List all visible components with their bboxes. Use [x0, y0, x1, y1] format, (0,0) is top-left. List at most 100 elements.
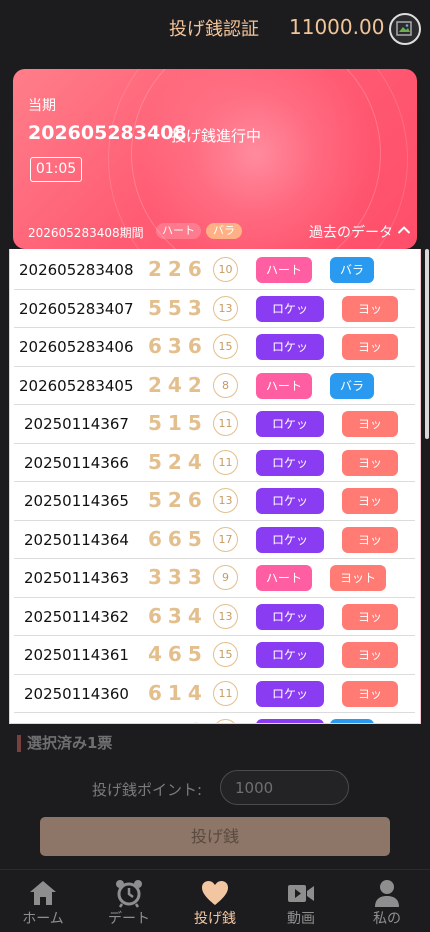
result-tag-primary: ハート [256, 565, 312, 591]
result-tag-secondary: バラ [330, 257, 374, 283]
nav-item-mine[interactable]: 私の [344, 870, 430, 932]
result-sum-badge: 11 [213, 411, 238, 436]
period-id: 20250114365 [24, 492, 129, 510]
result-digits: 614 [148, 680, 208, 705]
period-id: 20250114366 [24, 453, 129, 472]
result-tag-primary: ハート [256, 257, 312, 283]
scrollbar[interactable] [425, 249, 429, 439]
avatar[interactable] [389, 13, 421, 45]
period-id: 20250114361 [24, 646, 129, 664]
period-id: 20250114362 [24, 607, 129, 626]
result-sum-badge: 8 [213, 372, 238, 398]
period-id: 20250114364 [24, 530, 129, 549]
result-digits: 333 [148, 565, 208, 589]
result-tag-primary: ロケッ [256, 680, 324, 707]
history-list[interactable]: 202605283408 226 10 ハート バラ 202605283407 553 13 ロ… [9, 249, 421, 724]
nav-label: ホーム [22, 911, 64, 927]
result-tag-secondary: ヨッ [342, 526, 398, 553]
result-digits: 465 [148, 642, 208, 666]
nav-label: 動画 [287, 911, 315, 927]
result-digits: 526 [148, 488, 208, 512]
result-tag-primary: ロケッ [256, 449, 324, 476]
period-id: 20250114363 [24, 569, 129, 587]
history-row: 20250114363 333 9 ハート ヨット [14, 559, 415, 598]
history-row: 20250114366 524 11 ロケッ ヨッ [14, 444, 415, 482]
result-digits: 242 [148, 372, 208, 397]
result-tag-primary: ロケッ [256, 411, 324, 437]
period-id: 202605283406 [19, 338, 134, 356]
points-input[interactable] [220, 770, 349, 805]
result-digits: 524 [148, 449, 208, 474]
video-camera-icon [288, 885, 314, 902]
result-digits: 634 [148, 603, 208, 628]
history-row: 202605283408 226 10 ハート バラ [14, 251, 415, 290]
result-digits: 665 [148, 526, 208, 551]
history-row: 2025011435955616ロケッヨッ [14, 713, 415, 723]
nav-item-tip[interactable]: 投げ銭 [172, 870, 258, 932]
last-result-tag-heart: ハート [156, 223, 201, 239]
chevron-up-icon[interactable] [397, 225, 411, 235]
result-sum-badge: 13 [213, 603, 238, 629]
user-icon [375, 880, 399, 907]
result-tag-primary: ロケッ [256, 642, 324, 668]
selected-count: 選択済み1票 [17, 735, 112, 752]
history-row: 20250114364 665 17 ロケッ ヨッ [14, 521, 415, 559]
result-tag-primary: ロケッ [256, 526, 324, 553]
nav-item-video[interactable]: 動画 [258, 870, 344, 932]
last-period-label: 202605283408期間 [28, 226, 144, 240]
history-row: 20250114360 614 11 ロケッ ヨッ [14, 675, 415, 713]
cert-title[interactable]: 投げ銭認証 [169, 15, 259, 41]
result-tag-primary: ロケッ [256, 603, 324, 630]
history-row: 20250114367 515 11 ロケッ ヨッ [14, 405, 415, 444]
result-tag-secondary: ヨッ [342, 680, 398, 707]
result-tag-primary: ロケッ [256, 334, 324, 360]
result-tag-secondary: バラ [330, 372, 374, 399]
current-period-banner: 当期 202605283408 投げ銭進行中 01:05 20260528340… [13, 69, 417, 249]
result-tag-secondary: ヨッ [342, 449, 398, 476]
result-tag-primary: ロケッ [256, 295, 324, 322]
result-digits: 553 [148, 295, 208, 320]
result-sum-badge: 15 [213, 334, 238, 359]
result-sum-badge: 13 [213, 295, 238, 321]
period-id: 20250114360 [24, 684, 129, 703]
result-tag-secondary: ヨッ [342, 411, 398, 437]
top-bar: 投げ銭認証 11000.00 [0, 0, 430, 56]
heart-icon [202, 881, 228, 905]
countdown-timer: 01:05 [30, 157, 82, 182]
result-tag-secondary: ヨッ [342, 488, 398, 514]
bet-button[interactable]: 投げ銭 [40, 817, 390, 856]
period-id: 202605283407 [19, 299, 134, 318]
nav-item-home[interactable]: ホーム [0, 870, 86, 932]
period-status: 投げ銭進行中 [171, 127, 262, 145]
alarm-clock-icon [116, 880, 142, 908]
points-label: 投げ銭ポイント: [92, 781, 203, 799]
result-sum-badge: 10 [213, 257, 238, 282]
history-row: 202605283405 242 8 ハート バラ [14, 367, 415, 405]
history-toggle[interactable]: 過去のデータ [309, 222, 393, 242]
history-row: 202605283406 636 15 ロケッ ヨッ [14, 328, 415, 367]
history-row: 20250114365 526 13 ロケッ ヨッ [14, 482, 415, 521]
result-sum-badge: 13 [213, 488, 238, 513]
balance-value: 11000.00 [289, 15, 385, 39]
last-result-tag-bara: バラ [206, 223, 242, 239]
result-digits: 226 [148, 257, 208, 281]
broken-image-icon [396, 21, 412, 36]
result-digits: 515 [148, 411, 208, 435]
nav-label: デート [108, 911, 150, 927]
result-sum-badge: 11 [213, 680, 238, 706]
period-id: 202605283408 [19, 261, 134, 279]
home-icon [30, 881, 56, 905]
result-sum-badge: 17 [213, 526, 238, 552]
result-tag-primary: ハート [256, 372, 312, 399]
result-tag-secondary: ヨッ [342, 603, 398, 630]
current-label: 当期 [28, 98, 56, 114]
bottom-nav: ホーム デート 投げ銭 動画 私の [0, 869, 430, 932]
nav-label: 私の [373, 911, 401, 927]
history-row: 20250114361 465 15 ロケッ ヨッ [14, 636, 415, 675]
history-row: 20250114362 634 13 ロケッ ヨッ [14, 598, 415, 636]
period-id: 202605283405 [19, 376, 134, 395]
nav-label: 投げ銭 [194, 911, 236, 927]
nav-item-date[interactable]: デート [86, 870, 172, 932]
result-sum-badge: 11 [213, 449, 238, 475]
result-digits: 636 [148, 334, 208, 358]
